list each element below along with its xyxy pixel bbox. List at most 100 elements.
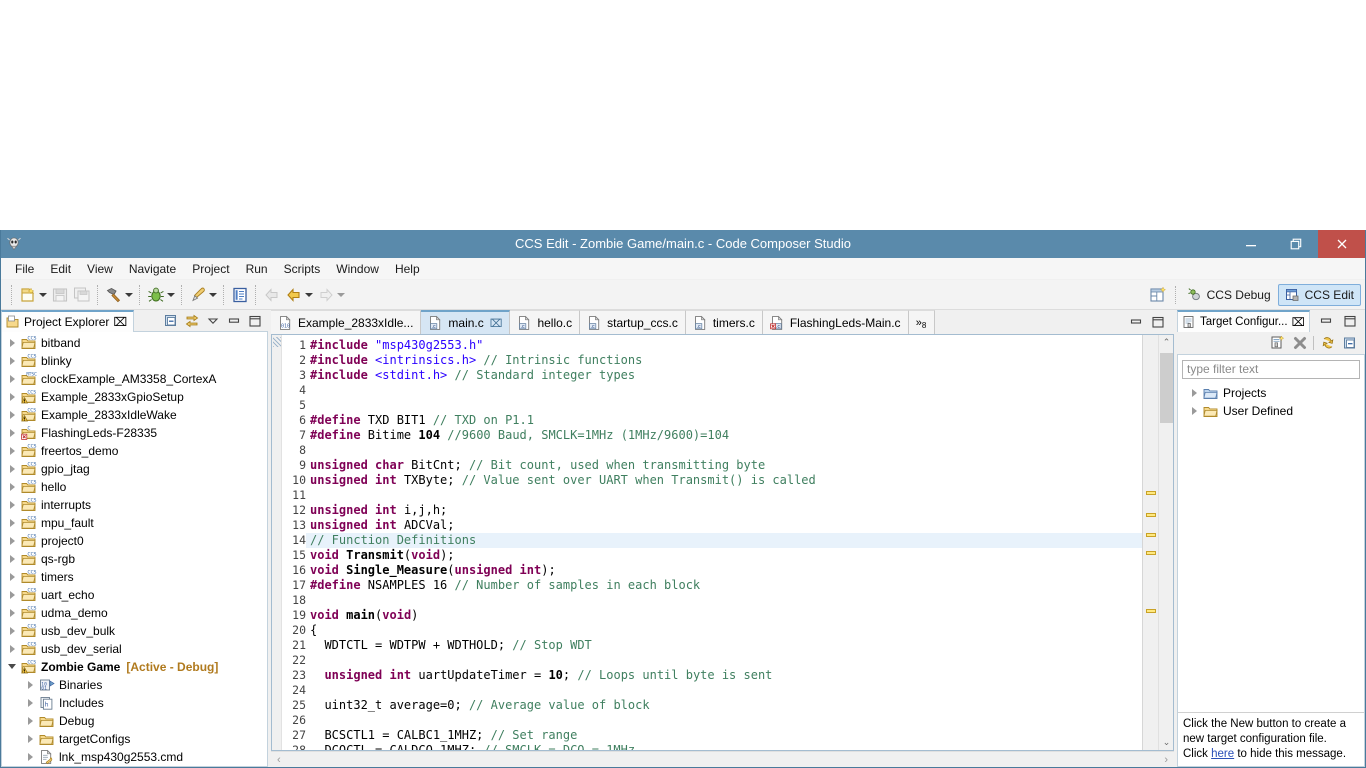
project-explorer-tree[interactable]: CCS bitband CCS blinky RTSC clockExample_AM33… bbox=[1, 332, 268, 767]
chevron-right-icon[interactable] bbox=[6, 461, 20, 477]
code-line[interactable] bbox=[306, 713, 1142, 728]
editor-annotation-ruler[interactable] bbox=[272, 335, 282, 750]
project-explorer-item[interactable]: CCS qs-rgb bbox=[2, 550, 267, 568]
project-explorer-item[interactable]: CCS udma_demo bbox=[2, 604, 267, 622]
code-line[interactable]: void Transmit(void); bbox=[306, 548, 1142, 563]
chevron-right-icon[interactable] bbox=[6, 569, 20, 585]
code-line[interactable]: uint32_t average=0; // Average value of … bbox=[306, 698, 1142, 713]
save-all-button[interactable] bbox=[71, 283, 93, 307]
close-icon[interactable]: ⌧ bbox=[1292, 315, 1305, 329]
close-window-button[interactable] bbox=[1318, 230, 1365, 258]
delete-icon[interactable] bbox=[1291, 334, 1309, 352]
new-file-dropdown-arrow[interactable] bbox=[38, 285, 48, 305]
code-line[interactable] bbox=[306, 593, 1142, 608]
close-icon[interactable]: ⌧ bbox=[490, 317, 503, 330]
new-target-config-icon[interactable] bbox=[1269, 334, 1287, 352]
minimize-window-button[interactable] bbox=[1228, 230, 1273, 258]
chevron-right-icon[interactable] bbox=[6, 389, 20, 405]
code-line[interactable]: unsigned char BitCnt; // Bit count, used… bbox=[306, 458, 1142, 473]
hide-message-link[interactable]: here bbox=[1211, 748, 1234, 760]
code-line[interactable]: #define Bitime 104 //9600 Baud, SMCLK=1M… bbox=[306, 428, 1142, 443]
menu-file[interactable]: File bbox=[7, 259, 42, 279]
chevron-right-icon[interactable] bbox=[1188, 385, 1202, 401]
code-line[interactable]: unsigned int i,j,h; bbox=[306, 503, 1142, 518]
chevron-right-icon[interactable] bbox=[6, 533, 20, 549]
menu-view[interactable]: View bbox=[79, 259, 121, 279]
project-explorer-item[interactable]: CCS Zombie Game [Active - Debug] bbox=[2, 658, 267, 676]
overview-warning-marker[interactable] bbox=[1146, 533, 1156, 537]
chevron-right-icon[interactable] bbox=[24, 713, 38, 729]
chevron-right-icon[interactable] bbox=[24, 749, 38, 765]
code-line[interactable] bbox=[306, 488, 1142, 503]
new-file-button[interactable] bbox=[17, 283, 49, 307]
overview-warning-marker[interactable] bbox=[1146, 609, 1156, 613]
project-explorer-item[interactable]: CCS timers bbox=[2, 568, 267, 586]
code-line[interactable] bbox=[306, 383, 1142, 398]
back-history-button[interactable] bbox=[261, 283, 283, 307]
overview-warning-marker[interactable] bbox=[1146, 491, 1156, 495]
code-line[interactable]: #include <intrinsics.h> // Intrinsic fun… bbox=[306, 353, 1142, 368]
project-explorer-item[interactable]: targetConfigs bbox=[2, 730, 267, 748]
scroll-down-icon[interactable]: ⌄ bbox=[1159, 735, 1173, 750]
menu-navigate[interactable]: Navigate bbox=[121, 259, 184, 279]
perspective-ccs-debug[interactable]: CCS Debug bbox=[1180, 284, 1278, 306]
debug-button[interactable] bbox=[145, 283, 177, 307]
maximize-icon[interactable] bbox=[1341, 312, 1359, 330]
link-with-editor-icon[interactable] bbox=[183, 312, 201, 330]
project-explorer-item[interactable]: CCS Example_2833xIdleWake bbox=[2, 406, 267, 424]
project-explorer-item[interactable]: CCS freertos_demo bbox=[2, 442, 267, 460]
chevron-right-icon[interactable] bbox=[6, 623, 20, 639]
previous-edit-dropdown-arrow[interactable] bbox=[304, 285, 314, 305]
chevron-right-icon[interactable] bbox=[6, 497, 20, 513]
scroll-thumb[interactable] bbox=[1160, 353, 1173, 423]
open-perspective-icon[interactable] bbox=[1148, 284, 1170, 306]
code-line[interactable]: #include <stdint.h> // Standard integer … bbox=[306, 368, 1142, 383]
scroll-up-icon[interactable]: ⌃ bbox=[1159, 335, 1173, 350]
chevron-right-icon[interactable] bbox=[6, 335, 20, 351]
editor-tab[interactable]: .c FlashingLeds-Main.c bbox=[762, 310, 909, 334]
previous-edit-button[interactable] bbox=[283, 283, 315, 307]
chevron-down-icon[interactable] bbox=[6, 659, 20, 675]
editor-tab[interactable]: .c startup_ccs.c bbox=[580, 310, 686, 334]
minimize-icon[interactable] bbox=[1128, 314, 1144, 330]
view-menu-icon[interactable] bbox=[204, 312, 222, 330]
code-line[interactable]: BCSCTL1 = CALBC1_1MHZ; // Set range bbox=[306, 728, 1142, 743]
project-explorer-item[interactable]: CCS mpu_fault bbox=[2, 514, 267, 532]
code-line[interactable]: #include "msp430g2553.h" bbox=[306, 338, 1142, 353]
chevron-right-icon[interactable] bbox=[6, 515, 20, 531]
target-config-tree-item[interactable]: Projects bbox=[1178, 384, 1364, 402]
perspective-ccs-edit[interactable]: CCS Edit bbox=[1277, 284, 1361, 306]
restore-window-button[interactable] bbox=[1273, 230, 1318, 258]
project-explorer-item[interactable]: CCS blinky bbox=[2, 352, 267, 370]
code-line[interactable]: WDTCTL = WDTPW + WDTHOLD; // Stop WDT bbox=[306, 638, 1142, 653]
chevron-right-icon[interactable] bbox=[6, 371, 20, 387]
menu-scripts[interactable]: Scripts bbox=[276, 259, 329, 279]
editor-vertical-scrollbar[interactable]: ⌃ ⌄ bbox=[1158, 335, 1173, 750]
project-explorer-item[interactable]: CCS uart_echo bbox=[2, 586, 267, 604]
build-button[interactable] bbox=[103, 283, 135, 307]
chevron-right-icon[interactable] bbox=[6, 605, 20, 621]
chevron-right-icon[interactable] bbox=[1188, 403, 1202, 419]
chevron-right-icon[interactable] bbox=[6, 641, 20, 657]
editor-tab-overflow-button[interactable]: » 8 bbox=[908, 310, 935, 334]
chevron-right-icon[interactable] bbox=[6, 587, 20, 603]
project-explorer-item[interactable]: CCS project0 bbox=[2, 532, 267, 550]
code-line[interactable] bbox=[306, 443, 1142, 458]
code-line[interactable]: // Function Definitions bbox=[306, 533, 1142, 548]
project-explorer-item[interactable]: RTSC clockExample_AM3358_CortexA bbox=[2, 370, 267, 388]
chevron-right-icon[interactable] bbox=[6, 551, 20, 567]
build-dropdown-arrow[interactable] bbox=[124, 285, 134, 305]
project-explorer-item[interactable]: C FlashingLeds-F28335 bbox=[2, 424, 267, 442]
tab-project-explorer[interactable]: Project Explorer ⌧ bbox=[1, 310, 135, 332]
filter-input[interactable]: type filter text bbox=[1182, 360, 1360, 379]
maximize-icon[interactable] bbox=[246, 312, 264, 330]
target-config-tree[interactable]: Projects User Defined bbox=[1178, 382, 1364, 712]
code-line[interactable]: DCOCTL = CALDCO_1MHZ; // SMCLK = DCO = 1… bbox=[306, 743, 1142, 750]
code-line[interactable]: { bbox=[306, 623, 1142, 638]
project-explorer-item[interactable]: CCS usb_dev_serial bbox=[2, 640, 267, 658]
forward-history-button[interactable] bbox=[315, 283, 347, 307]
view-menu-icon[interactable] bbox=[1341, 334, 1359, 352]
code-line[interactable]: void main(void) bbox=[306, 608, 1142, 623]
project-explorer-item[interactable]: lnk_msp430g2553.cmd bbox=[2, 748, 267, 766]
scroll-right-icon[interactable]: › bbox=[1164, 754, 1168, 766]
